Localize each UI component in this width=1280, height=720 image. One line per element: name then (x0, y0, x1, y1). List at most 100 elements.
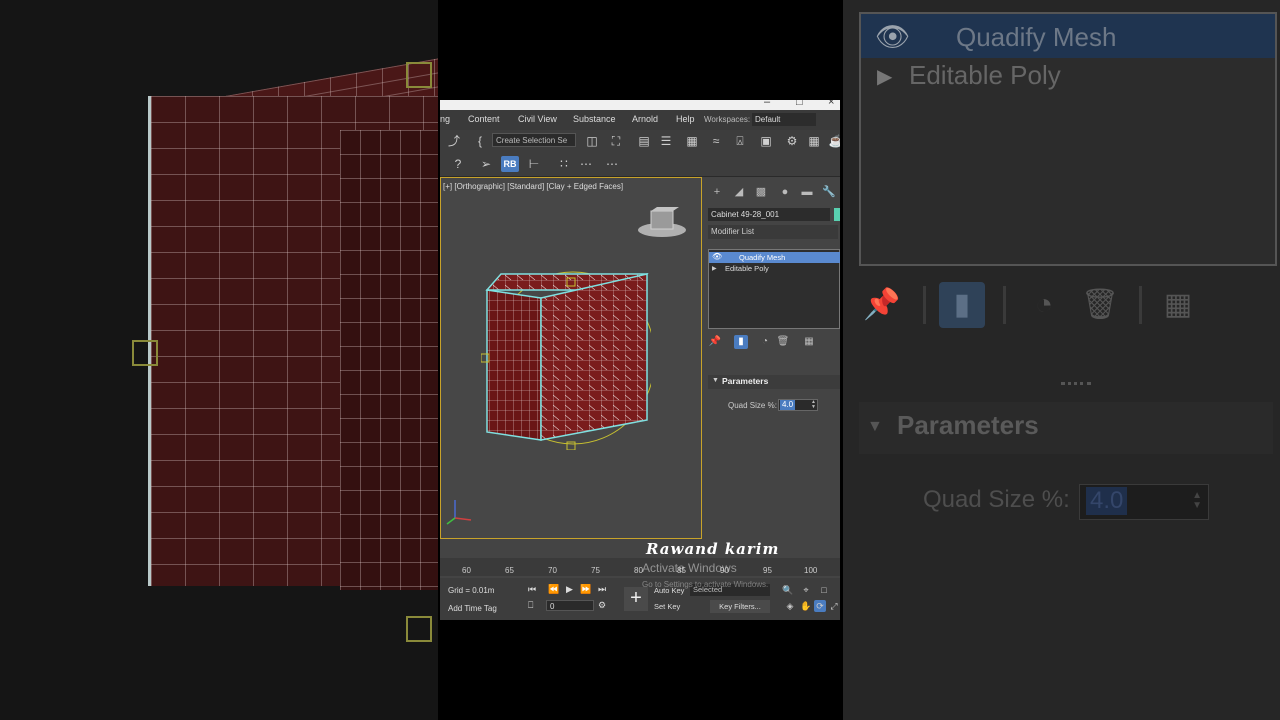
title-bar: – □ × (440, 100, 840, 110)
show-end-result-icon[interactable]: ▮ (734, 335, 748, 349)
menu-item-content[interactable]: Content (468, 114, 500, 124)
close-icon[interactable]: × (828, 100, 834, 108)
workspaces-label: Workspaces: (704, 115, 751, 124)
object-name-field[interactable]: Cabinet 49-28_001 (708, 208, 830, 221)
utilities-tab-icon[interactable]: 🔧 (822, 185, 836, 199)
expand-arrow-icon[interactable]: ▶ (712, 265, 717, 272)
previous-frame-icon[interactable]: ⏪ (548, 584, 559, 595)
secondary-toolbar: ? ➢ RB ⊢ ∷ ⋯ ⋯ (440, 152, 840, 177)
scene-explorer-icon[interactable]: ▤ (636, 133, 652, 149)
time-slider-track[interactable]: 60 65 70 75 80 85 90 95 100 (440, 558, 840, 576)
bind-space-warp-icon[interactable]: ⤴ (446, 133, 462, 149)
quad-size-value[interactable]: 4.0 (780, 400, 796, 410)
snap-icon[interactable]: ⊢ (526, 156, 542, 172)
expand-arrow-icon: ▶ (877, 66, 893, 88)
zoom-modifier-stack: 👁 Quadify Mesh ▶ Editable Poly (859, 12, 1277, 266)
mirror-icon[interactable]: ◫ (584, 133, 600, 149)
time-configuration-icon[interactable]: ⚙ (598, 600, 606, 611)
viewcube-icon[interactable] (637, 206, 687, 240)
next-frame-icon[interactable]: ⏩ (580, 584, 591, 595)
modifier-list-dropdown[interactable]: Modifier List (708, 225, 838, 239)
stack-item-editable-poly[interactable]: Editable Poly (725, 264, 769, 273)
object-color-swatch[interactable] (834, 208, 840, 221)
zoom-configure-icon: ▦ (1163, 288, 1193, 321)
cabinet-mesh[interactable] (481, 270, 651, 450)
rb-button[interactable]: RB (501, 156, 519, 172)
align-grid-icon[interactable]: ⋯ (578, 156, 594, 172)
orbit-icon[interactable]: ⟳ (814, 600, 826, 612)
stack-item-label: Quadify Mesh (739, 253, 786, 262)
ribbon-icon[interactable]: ▦ (684, 133, 700, 149)
add-time-tag-button[interactable]: Add Time Tag (448, 604, 497, 613)
zoom-all-icon[interactable]: ⌖ (800, 584, 812, 596)
key-mode-icon[interactable]: ⎕ (528, 600, 533, 611)
layer-explorer-icon[interactable]: ☰ (658, 133, 674, 149)
zoom-quad-size-value: 4.0 (1086, 487, 1128, 515)
go-to-end-icon[interactable]: ⏭ (598, 584, 606, 595)
zoom-cabinet-side (340, 130, 438, 590)
zoom-separator (1003, 286, 1006, 324)
parameters-rollout-header[interactable]: ▼ Parameters (708, 375, 840, 389)
zoom-quad-size-field: 4.0 ▲ ▼ (1079, 484, 1209, 520)
modify-tab-icon[interactable]: ◢ (732, 185, 746, 199)
zoom-stack-label: Quadify Mesh (956, 22, 1117, 52)
maximize-icon[interactable]: □ (796, 100, 803, 108)
help-icon[interactable]: ? (450, 156, 466, 172)
curly-brace-icon[interactable]: { (472, 133, 488, 149)
viewport-label[interactable]: [+] [Orthographic] [Standard] [Clay + Ed… (443, 182, 623, 191)
zoom-grip (1061, 382, 1091, 393)
menu-item-substance[interactable]: Substance (573, 114, 616, 124)
set-key-plus-icon[interactable]: + (624, 587, 648, 611)
menu-item-civil-view[interactable]: Civil View (518, 114, 557, 124)
quad-size-spinner[interactable]: 4.0 ▲ ▼ (778, 399, 818, 411)
collapse-arrow-icon: ▼ (712, 377, 719, 384)
hierarchy-tab-icon[interactable]: ▩ (754, 185, 768, 199)
material-editor-icon[interactable]: ▣ (758, 133, 774, 149)
zoom-icon[interactable]: 🔍 (782, 584, 794, 596)
command-panel: + ◢ ▩ ● ▬ 🔧 Cabinet 49-28_001 Modifier L… (706, 177, 840, 539)
menu-item-help[interactable]: Help (676, 114, 695, 124)
field-of-view-icon[interactable]: ◈ (784, 600, 796, 612)
stack-item-quadify-mesh[interactable]: 👁 Quadify Mesh (709, 252, 840, 263)
minimize-icon[interactable]: – (764, 100, 770, 108)
go-to-start-icon[interactable]: ⏮ (528, 584, 536, 595)
watermark-text: Rawand karim (646, 540, 780, 558)
timeline-tick: 75 (591, 566, 600, 575)
menu-item-rendering[interactable]: ng (440, 114, 450, 124)
create-tab-icon[interactable]: + (710, 185, 724, 199)
set-key-button[interactable]: Set Key (654, 602, 680, 611)
zoom-pin-icon: 📌 (863, 288, 901, 321)
zoom-trash-icon: 🗑 (1080, 288, 1120, 321)
workspace-dropdown[interactable]: Default (752, 113, 816, 126)
render-icon[interactable]: ☕ (828, 133, 840, 149)
pan-icon[interactable]: ✋ (800, 600, 812, 612)
display-tab-icon[interactable]: ▬ (800, 185, 814, 199)
perspective-viewport[interactable]: [+] [Orthographic] [Standard] [Clay + Ed… (440, 177, 702, 539)
grid-icon[interactable]: ∷ (556, 156, 572, 172)
make-unique-icon[interactable]: ◔ (758, 335, 772, 349)
motion-tab-icon[interactable]: ● (778, 185, 792, 199)
timeline-tick: 65 (505, 566, 514, 575)
pin-stack-icon[interactable]: 📌 (708, 335, 722, 349)
maximize-viewport-icon[interactable]: ⤢ (828, 600, 840, 612)
quad-size-label: Quad Size %: (728, 401, 777, 410)
schematic-view-icon[interactable]: ⍓ (732, 133, 748, 149)
dots-icon[interactable]: ⋯ (604, 156, 620, 172)
render-setup-icon[interactable]: ⚙ (784, 133, 800, 149)
align-icon[interactable]: ⛶ (608, 133, 624, 149)
rendered-frame-icon[interactable]: ▦ (806, 133, 822, 149)
curve-editor-icon[interactable]: ≈ (708, 133, 724, 149)
remove-modifier-icon[interactable]: 🗑 (776, 335, 790, 349)
zoom-extents-icon[interactable]: □ (818, 584, 830, 596)
spinner-arrows-icon[interactable]: ▲ ▼ (811, 400, 816, 410)
select-object-icon[interactable]: ➢ (478, 156, 494, 172)
zoom-gizmo-handle (406, 62, 432, 88)
key-filters-button[interactable]: Key Filters... (710, 600, 770, 613)
configure-modifier-sets-icon[interactable]: ▦ (802, 335, 816, 349)
menu-item-arnold[interactable]: Arnold (632, 114, 658, 124)
current-frame-field[interactable]: 0 (546, 600, 594, 611)
selection-set-dropdown[interactable]: Create Selection Se (492, 133, 576, 147)
eye-icon[interactable]: 👁 (712, 252, 722, 261)
play-icon[interactable]: ▶ (566, 584, 573, 595)
zoom-show-end-result-icon: ▮ (939, 282, 985, 328)
